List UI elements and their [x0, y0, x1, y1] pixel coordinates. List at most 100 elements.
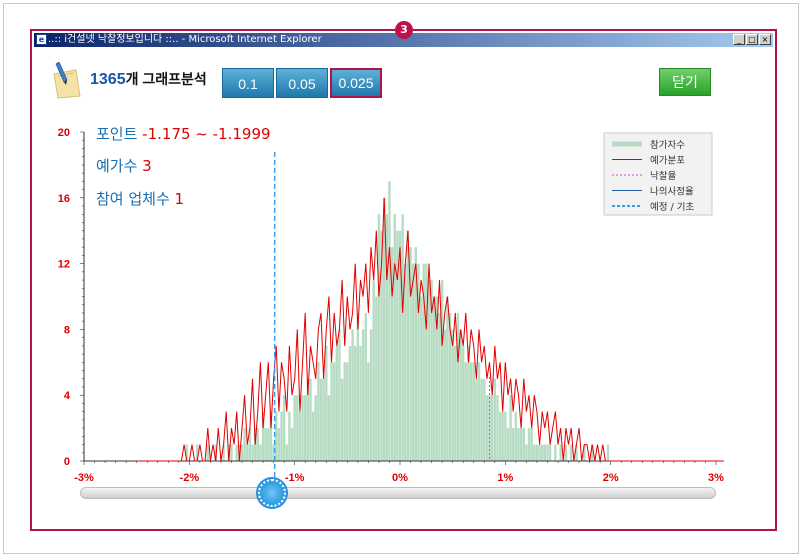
participant-bar — [541, 444, 544, 461]
participant-bar — [548, 444, 552, 461]
participant-bar — [514, 411, 518, 461]
y-tick-label: 12 — [58, 259, 70, 271]
participant-bar — [467, 345, 470, 461]
participant-bar — [304, 395, 307, 461]
legend-label: 참가자수 — [650, 140, 685, 151]
participant-bar — [485, 395, 489, 461]
participant-bar — [543, 444, 547, 461]
legend-label: 예가분포 — [650, 156, 685, 167]
participant-bar — [235, 444, 238, 461]
participant-bar — [564, 444, 568, 461]
participant-bar — [559, 444, 562, 461]
participant-bar — [293, 395, 296, 461]
participant-bar — [522, 428, 525, 461]
x-tick-label: 1% — [497, 472, 513, 484]
x-tick-label: 3% — [708, 472, 724, 484]
participant-bar — [330, 362, 333, 461]
participant-count-info: 참여 업체수 1 — [96, 190, 184, 208]
participant-bar — [256, 428, 259, 461]
participant-bar — [459, 329, 462, 461]
participant-bar — [348, 345, 352, 461]
participant-bar — [535, 444, 539, 461]
participant-bar — [509, 395, 512, 461]
participant-bar — [290, 428, 294, 461]
participant-bar — [440, 280, 444, 461]
close-window-button[interactable]: × — [759, 34, 771, 45]
participant-bar — [477, 362, 481, 461]
participant-bar — [343, 362, 346, 461]
participant-bar — [490, 395, 494, 461]
participant-bar — [375, 296, 378, 461]
legend-label: 나의사정율 — [650, 187, 694, 198]
participant-bar — [446, 296, 449, 461]
participant-bar — [554, 444, 557, 461]
estimate-count-label: 예가수 — [96, 157, 142, 175]
participant-count-label: 참여 업체수 — [96, 190, 175, 208]
point-label: 포인트 — [96, 125, 142, 143]
participant-bar — [512, 428, 515, 461]
participant-bar — [475, 378, 478, 461]
participant-bar — [327, 395, 331, 461]
window-controls: _ □ × — [733, 34, 771, 45]
participant-bar — [443, 329, 446, 461]
window-content: 1365개 그래프분석 0.1 0.05 0.025 닫기 -3% -2% -1% 0… — [32, 47, 775, 529]
participant-bar — [243, 428, 246, 461]
participant-bar — [493, 378, 496, 461]
participant-bar — [525, 444, 528, 461]
slider-track[interactable] — [80, 487, 716, 499]
participant-bar — [433, 296, 436, 461]
participant-bar — [346, 362, 349, 461]
participant-bar — [419, 296, 423, 461]
participant-bar — [388, 181, 391, 461]
participant-bar — [462, 345, 465, 461]
estimate-count-info: 예가수 3 — [96, 157, 152, 175]
slider-thumb[interactable] — [258, 479, 286, 507]
participant-bar — [456, 312, 460, 461]
participant-bar — [354, 345, 357, 461]
estimate-distribution-line — [136, 197, 724, 462]
x-tick-label: 2% — [603, 472, 619, 484]
participant-bar — [285, 444, 288, 461]
legend-label: 예정 / 기초 — [650, 202, 694, 213]
ie-icon: e — [36, 34, 47, 45]
participant-bar — [496, 395, 499, 461]
participant-count-value: 1 — [175, 190, 185, 208]
participant-bar — [438, 312, 441, 461]
minimize-button[interactable]: _ — [733, 34, 745, 45]
participant-bar — [264, 428, 267, 461]
maximize-button[interactable]: □ — [746, 34, 758, 45]
estimate-count-value: 3 — [142, 157, 152, 175]
participant-bar — [259, 444, 262, 461]
participant-bar — [319, 378, 323, 461]
participant-bar — [480, 378, 483, 461]
distribution-chart: -3% -2% -1% 0% 1% 2% 3% 0 4 8 12 16 20 포인트 -1.175 ~ -… — [58, 125, 724, 492]
participant-bar — [351, 329, 354, 461]
participant-bar — [501, 411, 504, 461]
participant-bar — [356, 312, 360, 461]
participant-bar — [314, 395, 317, 461]
participant-bar — [367, 362, 370, 461]
participant-bar — [298, 411, 302, 461]
participant-bar — [377, 214, 381, 461]
participant-bar — [527, 428, 531, 461]
x-tick-label: -1% — [285, 472, 305, 484]
participant-bar — [498, 411, 502, 461]
participant-bar — [280, 411, 283, 461]
x-tick-label: 0% — [392, 472, 408, 484]
y-tick-label: 4 — [64, 390, 71, 402]
participant-bar — [483, 378, 486, 461]
x-tick-label: -3% — [74, 472, 94, 484]
point-info: 포인트 -1.175 ~ -1.1999 — [96, 125, 271, 143]
participant-bar — [451, 329, 454, 461]
step-badge: 3 — [395, 21, 413, 39]
participant-bar — [364, 312, 367, 461]
participant-bar — [338, 329, 341, 461]
participant-bar — [454, 345, 457, 461]
participant-bar — [464, 362, 468, 461]
window-title: ..:: i건설넷 낙찰정보입니다 ::.. - Microsoft Inter… — [48, 34, 322, 45]
participant-bar — [369, 329, 373, 461]
participant-bar — [519, 428, 523, 461]
participant-bar — [393, 214, 396, 461]
participant-bar — [606, 444, 610, 461]
participant-bar — [425, 263, 428, 461]
